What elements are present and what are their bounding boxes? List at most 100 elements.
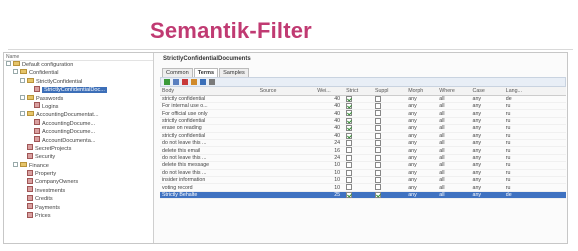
weight-cell[interactable]: 10 — [315, 183, 345, 192]
strict-checkbox-cell[interactable] — [344, 109, 373, 118]
expand-toggle-icon[interactable] — [13, 69, 18, 75]
source-cell[interactable] — [257, 169, 316, 177]
weight-cell[interactable]: 40 — [315, 102, 345, 111]
where-cell[interactable]: all — [437, 191, 471, 200]
column-header[interactable]: Strict — [344, 87, 373, 96]
strict-checkbox-cell[interactable] — [344, 124, 373, 133]
table-row[interactable]: do not leave this ... 24 any all any ru — [160, 154, 566, 163]
source-cell[interactable] — [257, 109, 316, 118]
suppl-checkbox-cell[interactable] — [372, 183, 407, 192]
case-cell[interactable]: any — [470, 176, 504, 185]
grid-icon[interactable] — [200, 79, 206, 85]
strict-checkbox-cell[interactable] — [344, 95, 373, 103]
morph-cell[interactable]: any — [406, 161, 438, 170]
morph-cell[interactable]: any — [406, 154, 438, 163]
tree-node[interactable]: Logins — [4, 102, 153, 111]
where-cell[interactable]: all — [437, 146, 471, 155]
case-cell[interactable]: any — [470, 191, 504, 200]
table-row[interactable]: strictly confidential 40 any all any ru — [160, 117, 566, 126]
case-cell[interactable]: any — [470, 124, 504, 133]
body-cell[interactable]: For official use only — [160, 109, 258, 118]
weight-cell[interactable]: 16 — [315, 146, 345, 155]
case-cell[interactable]: any — [470, 95, 504, 103]
suppl-checkbox[interactable] — [374, 184, 381, 191]
weight-cell[interactable]: 25 — [315, 191, 345, 200]
column-header[interactable]: Morph — [406, 87, 438, 96]
suppl-checkbox-cell[interactable] — [372, 132, 407, 140]
where-cell[interactable]: all — [437, 169, 471, 177]
source-cell[interactable] — [257, 176, 316, 185]
morph-cell[interactable]: any — [406, 146, 438, 155]
body-cell[interactable]: erase on reading — [160, 124, 258, 133]
strict-checkbox-cell[interactable] — [344, 183, 373, 192]
column-header[interactable]: Body — [160, 87, 258, 96]
strict-checkbox-cell[interactable] — [344, 154, 373, 163]
suppl-checkbox[interactable] — [374, 154, 381, 161]
source-cell[interactable] — [257, 139, 316, 148]
column-header[interactable]: Lang... — [503, 87, 566, 96]
morph-cell[interactable]: any — [406, 183, 438, 192]
suppl-checkbox[interactable] — [374, 169, 381, 176]
morph-cell[interactable]: any — [406, 117, 438, 126]
source-cell[interactable] — [257, 183, 316, 192]
case-cell[interactable]: any — [470, 109, 504, 118]
tree-node[interactable]: StrictlyConfidential — [4, 77, 153, 86]
suppl-checkbox[interactable] — [374, 117, 381, 124]
suppl-checkbox-cell[interactable] — [372, 146, 407, 155]
suppl-checkbox[interactable] — [374, 139, 381, 146]
strict-checkbox-cell[interactable] — [344, 191, 373, 200]
suppl-checkbox-cell[interactable] — [372, 176, 407, 185]
suppl-checkbox-cell[interactable] — [372, 169, 407, 177]
table-row[interactable]: Strictly Behalte 25 any all any de — [160, 191, 566, 200]
where-cell[interactable]: all — [437, 154, 471, 163]
suppl-checkbox[interactable] — [374, 110, 381, 117]
strict-checkbox[interactable] — [346, 139, 353, 146]
weight-cell[interactable]: 24 — [315, 139, 345, 148]
case-cell[interactable]: any — [470, 169, 504, 177]
where-cell[interactable]: all — [437, 95, 471, 103]
add-icon[interactable] — [164, 79, 170, 85]
weight-cell[interactable]: 40 — [315, 117, 345, 126]
where-cell[interactable]: all — [437, 117, 471, 126]
where-cell[interactable]: all — [437, 161, 471, 170]
suppl-checkbox[interactable] — [374, 162, 381, 169]
strict-checkbox-cell[interactable] — [344, 102, 373, 111]
tree-node[interactable]: AccountingDocume... — [4, 119, 153, 128]
case-cell[interactable]: any — [470, 117, 504, 126]
body-cell[interactable]: For internal use o... — [160, 102, 258, 111]
morph-cell[interactable]: any — [406, 176, 438, 185]
table-row[interactable]: do not leave this ... 10 any all any ru — [160, 169, 566, 177]
suppl-checkbox-cell[interactable] — [372, 139, 407, 148]
weight-cell[interactable]: 40 — [315, 95, 345, 103]
table-row[interactable]: strictly confidential 40 any all any de — [160, 95, 566, 103]
morph-cell[interactable]: any — [406, 102, 438, 111]
lang-cell[interactable]: ru — [503, 176, 566, 185]
case-cell[interactable]: any — [470, 154, 504, 163]
body-cell[interactable]: strictly confidential — [160, 95, 258, 103]
expand-toggle-icon[interactable] — [20, 111, 25, 117]
body-cell[interactable]: insider information — [160, 176, 258, 185]
table-row[interactable]: strictly confidential 40 any all any ru — [160, 132, 566, 140]
source-cell[interactable] — [257, 132, 316, 140]
lang-cell[interactable]: ru — [503, 154, 566, 163]
table-row[interactable]: do not leave this ... 24 any all any ru — [160, 139, 566, 148]
expand-toggle-icon[interactable] — [20, 77, 25, 83]
morph-cell[interactable]: any — [406, 191, 438, 200]
delete-icon[interactable] — [182, 79, 188, 85]
suppl-checkbox-cell[interactable] — [372, 161, 407, 170]
weight-cell[interactable]: 40 — [315, 124, 345, 133]
tab-samples[interactable]: Samples — [219, 68, 249, 77]
source-cell[interactable] — [257, 124, 316, 133]
column-header[interactable]: Case — [470, 87, 504, 96]
table-row[interactable]: delete this message 10 any all any ru — [160, 161, 566, 170]
strict-checkbox[interactable] — [346, 147, 353, 154]
suppl-checkbox-cell[interactable] — [372, 102, 407, 111]
strict-checkbox[interactable] — [346, 176, 353, 183]
suppl-checkbox-cell[interactable] — [372, 124, 407, 133]
tab-common[interactable]: Common — [162, 68, 193, 77]
weight-cell[interactable]: 24 — [315, 154, 345, 163]
column-header[interactable]: Source — [257, 87, 316, 96]
lang-cell[interactable]: ru — [503, 124, 566, 133]
lang-cell[interactable]: ru — [503, 146, 566, 155]
source-cell[interactable] — [257, 154, 316, 163]
